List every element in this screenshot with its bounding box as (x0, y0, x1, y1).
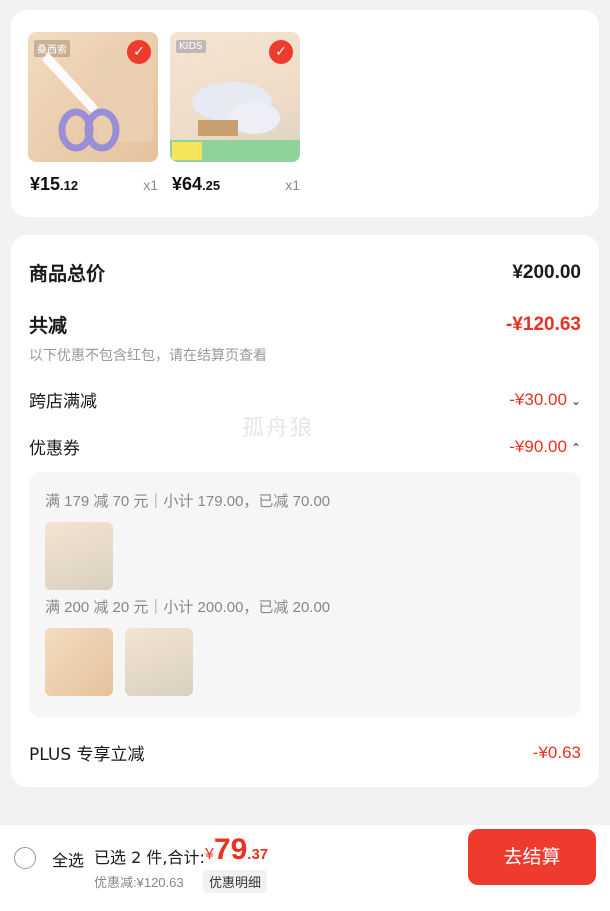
product-item-scissors[interactable]: 桑西索 ✓ ¥15.12 x1 (28, 32, 158, 194)
product-item-shoes[interactable]: KIDS ✓ ¥64.25 x1 (170, 32, 300, 194)
product-quantity: x1 (143, 177, 158, 193)
coupon-detail-title: 满 200 减 20 元｜小计 200.00，已减 20.00 (45, 599, 331, 616)
product-thumbnail[interactable]: KIDS ✓ (170, 32, 300, 162)
select-all-label[interactable]: 全选 (52, 847, 84, 871)
total-row: 商品总价 ¥200.00 (29, 259, 581, 286)
reduce-value: -¥120.63 (505, 313, 581, 335)
cross-store-amount[interactable]: -¥30.00 ⌄ (509, 390, 581, 410)
product-quantity: x1 (285, 177, 300, 193)
watermark: 孤舟狼 (242, 416, 315, 441)
price-summary-card: 商品总价 ¥200.00 共减 -¥120.63 以下优惠不包含红包，请在结算页… (11, 235, 599, 787)
coupon-detail-panel: 满 179 减 70 元｜小计 179.00，已减 70.00 满 200 减 … (29, 472, 581, 717)
coupon-product-thumbnail[interactable] (45, 522, 113, 590)
check-icon[interactable]: ✓ (269, 40, 293, 64)
plus-label: PLUS 专享立减 (29, 745, 145, 765)
product-price: ¥15.12 (30, 174, 79, 194)
cross-store-value: -¥30.00 (509, 389, 567, 409)
total-label: 商品总价 (29, 263, 106, 285)
coupon-product-thumbnail[interactable] (45, 628, 113, 696)
discount-detail-button[interactable]: 优惠明细 (203, 870, 268, 893)
coupon-product-thumbnail[interactable] (125, 628, 193, 696)
reduce-note: 以下优惠不包含红包，请在结算页查看 (29, 348, 267, 364)
plus-row: PLUS 专享立减 -¥0.63 (29, 740, 581, 766)
checkout-bar: 全选 已选 2 件,合计: ¥79.37 优惠减:¥120.63 优惠明细 去结… (0, 825, 610, 911)
coupon-label: 优惠券 (29, 439, 80, 459)
product-thumbnail[interactable]: 桑西索 ✓ (28, 32, 158, 162)
reduce-row: 共减 -¥120.63 (29, 311, 581, 338)
coupon-amount[interactable]: -¥90.00 ⌃ (509, 437, 581, 457)
cross-store-label: 跨店满减 (29, 392, 97, 412)
product-price: ¥64.25 (172, 174, 221, 194)
checkout-button[interactable]: 去结算 (468, 829, 596, 885)
discount-summary: 优惠减:¥120.63 (94, 875, 184, 890)
chevron-down-icon[interactable]: ⌄ (571, 394, 581, 408)
chevron-up-icon[interactable]: ⌃ (571, 441, 581, 455)
coupon-detail-title: 满 179 减 70 元｜小计 179.00，已减 70.00 (45, 493, 331, 510)
selected-count: 已选 2 件,合计: (94, 848, 205, 867)
total-payable: ¥79.37 (205, 833, 269, 866)
reduce-label: 共减 (29, 315, 68, 337)
selected-products-card: 桑西索 ✓ ¥15.12 x1 KIDS ✓ ¥64.25 x1 (11, 10, 599, 217)
select-all-radio[interactable] (14, 847, 36, 869)
plus-value: -¥0.63 (532, 742, 581, 762)
check-icon[interactable]: ✓ (127, 40, 151, 64)
total-value: ¥200.00 (512, 261, 581, 283)
cross-store-row[interactable]: 跨店满减 -¥30.00 ⌄ (29, 387, 581, 413)
coupon-value: -¥90.00 (509, 436, 567, 456)
